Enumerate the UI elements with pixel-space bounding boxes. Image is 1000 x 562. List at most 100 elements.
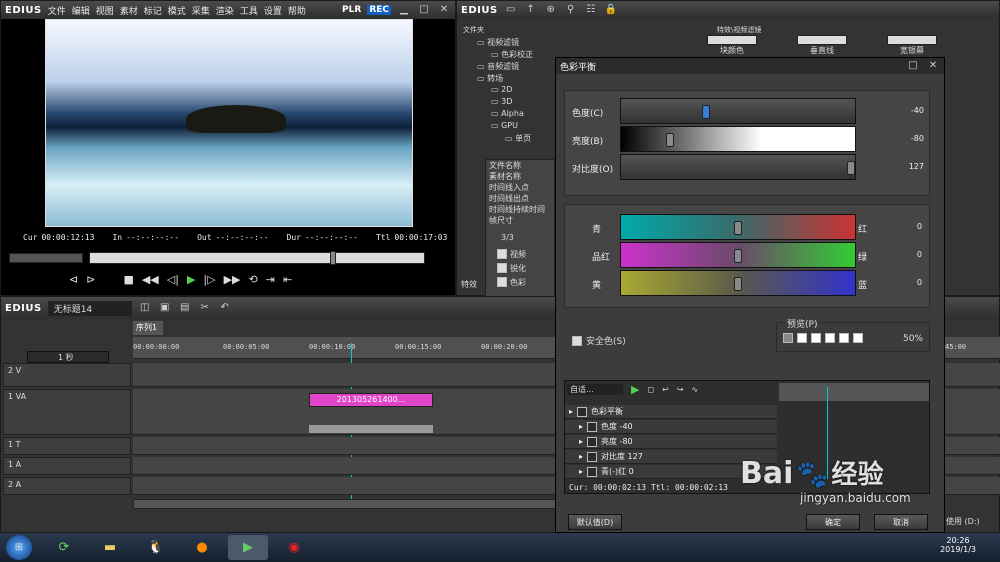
lock-icon[interactable]: 🔒 [604,4,618,16]
param-checkbox[interactable] [587,436,598,447]
track-header[interactable]: 2 V [3,363,131,387]
stop-icon[interactable]: ■ [123,273,133,286]
menu-item[interactable]: 素材 [120,7,138,17]
rec-label[interactable]: REC [367,5,391,15]
menu-item[interactable]: 采集 [192,7,210,17]
auto-select[interactable]: 自适... [567,384,623,395]
explorer-icon[interactable]: ▬ [90,535,130,560]
param-checkbox[interactable] [587,451,598,462]
qq-icon[interactable]: 🐧 [136,535,176,560]
rewind-icon[interactable]: ◀◀ [142,273,159,286]
color-slider[interactable] [620,214,856,240]
slider-handle[interactable] [702,105,711,119]
zoom-select[interactable]: 1 秒 [27,351,109,363]
slider-handle[interactable] [734,249,742,263]
save-icon[interactable]: ▤ [178,302,192,314]
menu-item[interactable]: 视图 [96,7,114,17]
menu-item[interactable]: 帮助 [288,7,306,17]
track-header[interactable]: 1 T [3,437,131,455]
audio-clip[interactable] [309,425,433,433]
param-checkbox[interactable] [587,421,598,432]
close-icon[interactable]: ✕ [926,60,940,72]
param-checkbox[interactable] [587,466,598,477]
undo-icon[interactable]: ↶ [218,302,232,314]
tone-slider[interactable] [620,98,856,124]
menu-item[interactable]: 模式 [168,7,186,17]
step-forward-icon[interactable]: |▷ [203,273,215,286]
maximize-icon[interactable]: □ [417,4,431,16]
tone-slider[interactable] [620,154,856,180]
effect-thumb[interactable]: 垂直线 [797,35,847,59]
position-bar[interactable] [89,251,425,265]
tree-item[interactable]: ▭ 3D [491,97,512,106]
step-back-icon[interactable]: ◁| [167,273,179,286]
timeline-clip[interactable]: 201305261400... [309,393,433,407]
safe-color-box[interactable] [572,335,582,346]
tree-item[interactable]: ▭ 2D [491,85,512,94]
effect-thumb[interactable]: 块颜色 [707,35,757,59]
insert-icon[interactable]: ⇥ [266,273,275,286]
search-icon[interactable]: ⚲ [564,4,578,16]
playhead-marker[interactable] [330,251,336,265]
cancel-button[interactable]: 取消 [874,514,928,530]
track-header[interactable]: 1 A [3,457,131,475]
param-row[interactable]: ▸ 色彩平衡 [565,405,777,419]
slider-handle[interactable] [734,221,742,235]
main-menu[interactable]: 文件 编辑 视图 素材 标记 模式 采集 渲染 工具 设置 帮助 [48,4,312,17]
kf-play-icon[interactable]: ▶ [631,383,639,396]
tone-slider[interactable] [620,126,856,152]
set-in-icon[interactable]: ⊲ [69,273,78,286]
plr-label[interactable]: PLR [342,5,361,15]
ok-button[interactable]: 确定 [806,514,860,530]
tree-item[interactable]: ▭ 视频滤镜 [477,37,519,48]
tree-item[interactable]: ▭ 色彩校正 [491,49,533,60]
shuttle-slider[interactable] [9,253,83,263]
param-row[interactable]: ▸ 亮度 -80 [565,435,777,449]
record-icon[interactable]: ◉ [274,535,314,560]
safe-color-checkbox[interactable]: 安全色(S) [572,334,626,347]
play-icon[interactable]: ▶ [187,273,195,286]
add-icon[interactable]: ⊕ [544,4,558,16]
kf-graph-icon[interactable]: ∿ [692,385,699,394]
slider-handle[interactable] [734,277,742,291]
menu-item[interactable]: 文件 [48,7,66,17]
overwrite-icon[interactable]: ⇤ [283,273,292,286]
param-row[interactable]: ▸ 色度 -40 [565,420,777,434]
edius-taskbar-icon[interactable]: ▶ [228,535,268,560]
track-header[interactable]: 2 A [3,477,131,495]
expand-icon[interactable]: ▸ [579,452,583,461]
kf-prev-icon[interactable]: ↩ [662,385,669,394]
kf-ruler[interactable] [779,383,929,401]
effect-row[interactable]: 视频 [497,247,557,261]
view-icon[interactable]: ☷ [584,4,598,16]
effect-checkbox[interactable] [497,249,507,259]
effect-checkbox[interactable] [497,277,507,287]
expand-icon[interactable]: ▸ [579,437,583,446]
expand-icon[interactable]: ▸ [579,467,583,476]
new-sequence-icon[interactable]: ◫ [138,302,152,314]
slider-handle[interactable] [847,161,855,175]
firefox-icon[interactable]: ● [182,535,222,560]
maximize-icon[interactable]: □ [906,60,920,72]
kf-next-icon[interactable]: ↪ [677,385,684,394]
clock[interactable]: 20:26 2019/1/3 [940,536,976,554]
kf-add-icon[interactable]: ◻ [647,385,654,394]
color-slider[interactable] [620,270,856,296]
app-360-icon[interactable]: ⟳ [44,535,84,560]
tree-item[interactable]: ▭ 音频滤镜 [477,61,519,72]
set-out-icon[interactable]: ⊳ [86,273,95,286]
fast-forward-icon[interactable]: ▶▶ [224,273,241,286]
sequence-tab[interactable]: 序列1 [133,321,163,335]
menu-item[interactable]: 设置 [264,7,282,17]
up-icon[interactable]: ↑ [524,4,538,16]
close-icon[interactable]: ✕ [437,4,451,16]
menu-item[interactable]: 标记 [144,7,162,17]
start-button[interactable]: ⊞ [6,535,32,560]
expand-icon[interactable]: ▸ [579,422,583,431]
menu-item[interactable]: 编辑 [72,7,90,17]
tree-item[interactable]: ▭ Alpha [491,109,524,118]
effect-thumb[interactable]: 宽银幕 [887,35,937,59]
menu-item[interactable]: 渲染 [216,7,234,17]
effect-row[interactable]: 锐化 [497,261,557,275]
effect-checkbox[interactable] [497,263,507,273]
